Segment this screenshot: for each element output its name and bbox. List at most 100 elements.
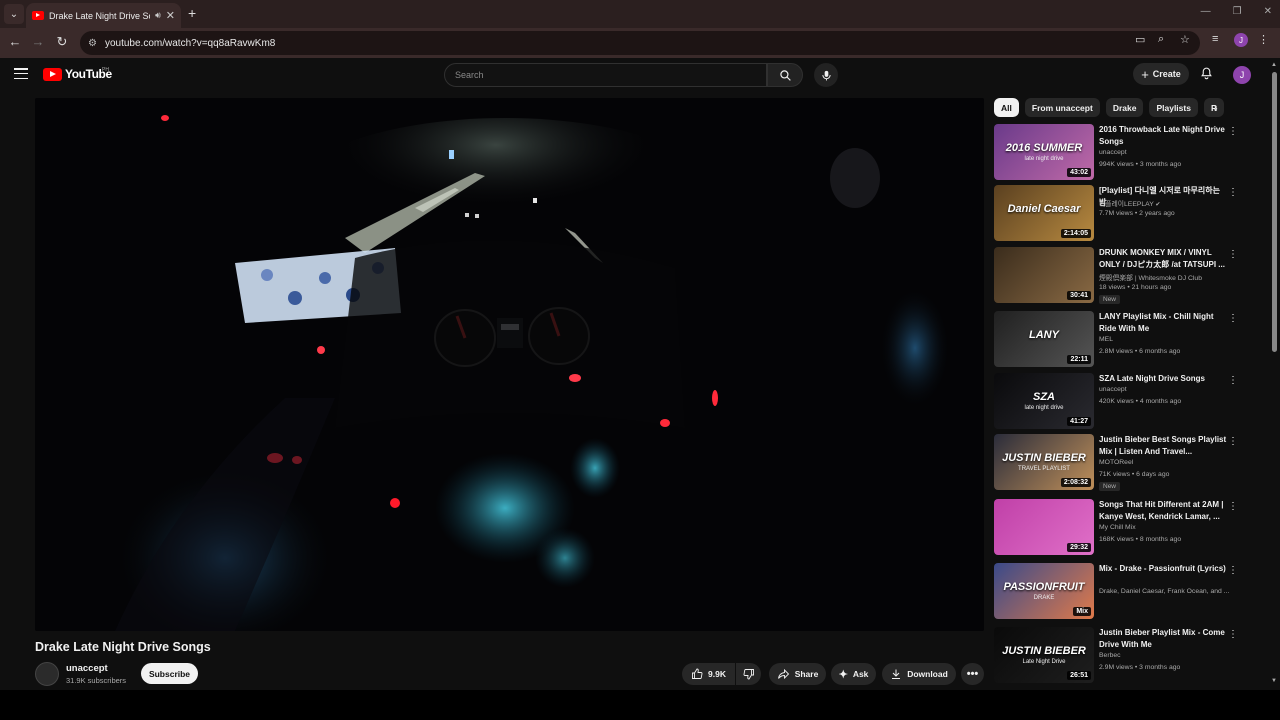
more-vertical-icon[interactable]: ⋮ <box>1228 126 1238 137</box>
scroll-thumb[interactable] <box>1272 72 1277 352</box>
recommendation-title[interactable]: Justin Bieber Best Songs Playlist Mix | … <box>1099 434 1227 457</box>
share-button[interactable]: Share <box>769 663 826 685</box>
download-button[interactable]: Download <box>882 663 956 685</box>
recommendation-title[interactable]: LANY Playlist Mix - Chill Night Ride Wit… <box>1099 311 1227 334</box>
recommendation-channel[interactable]: MEL <box>1099 336 1234 343</box>
new-tab-button[interactable]: + <box>188 5 196 21</box>
like-button[interactable]: 9.9K <box>682 663 735 685</box>
more-vertical-icon[interactable]: ⋮ <box>1228 375 1238 386</box>
recommendation-item[interactable]: LANY 22:11 LANY Playlist Mix - Chill Night… <box>994 311 1244 369</box>
channel-name[interactable]: unaccept <box>66 663 108 674</box>
recommendation-item[interactable]: JUSTIN BIEBER Late Night Drive 26:51 Justin… <box>994 627 1244 685</box>
video-thumbnail[interactable]: SZA late night drive 41:27 <box>994 373 1094 429</box>
close-window-icon[interactable]: ✕ <box>1264 6 1272 17</box>
bookmark-star-icon[interactable]: ☆ <box>1180 33 1190 46</box>
forward-icon[interactable]: → <box>29 34 47 49</box>
recommendation-channel[interactable]: MOTOReel <box>1099 459 1234 466</box>
maximize-icon[interactable]: ❐ <box>1233 6 1242 17</box>
recommendation-item[interactable]: PASSIONFRUIT DRAKE Mix Mix - Drake - Passio… <box>994 563 1244 621</box>
back-icon[interactable]: ← <box>6 34 24 49</box>
recommendation-channel[interactable]: My Chill Mix <box>1099 524 1234 531</box>
recommendation-meta: 7.7M views • 2 years ago <box>1099 210 1175 217</box>
video-thumbnail[interactable]: 2016 SUMMER late night drive 43:02 <box>994 124 1094 180</box>
page-scrollbar[interactable]: ▲ ▼ <box>1271 62 1278 688</box>
chevron-right-icon[interactable]: › <box>1214 103 1218 115</box>
subscribe-button[interactable]: Subscribe <box>141 663 198 684</box>
filter-chips: All From unaccept Drake Playlists R <box>994 98 1234 118</box>
recommendation-item[interactable]: 30:41 DRUNK MONKEY MIX / VINYL ONLY / DJピ… <box>994 247 1244 305</box>
recommendation-title[interactable]: Mix - Drake - Passionfruit (Lyrics) <box>1099 563 1227 575</box>
recommendation-title[interactable]: SZA Late Night Drive Songs <box>1099 373 1227 385</box>
scroll-up-icon[interactable]: ▲ <box>1271 62 1277 68</box>
more-vertical-icon[interactable]: ⋮ <box>1228 313 1238 324</box>
recommendation-channel[interactable]: 煙殿倶楽部 | Whitesmoke DJ Club <box>1099 272 1234 282</box>
filter-chip[interactable]: All <box>994 98 1019 117</box>
recommendation-channel[interactable]: 리플레이LEEPLAY ✔ <box>1099 198 1234 208</box>
close-tab-icon[interactable]: ✕ <box>166 9 175 22</box>
notifications-bell-icon[interactable] <box>1200 66 1213 83</box>
video-thumbnail[interactable]: 30:41 <box>994 247 1094 303</box>
video-thumbnail[interactable]: Daniel Caesar 2:14:05 <box>994 185 1094 241</box>
filter-chip[interactable]: Playlists <box>1149 98 1198 117</box>
thumbnail-subtext: TRAVEL PLAYLIST <box>1018 466 1070 472</box>
video-thumbnail[interactable]: JUSTIN BIEBER TRAVEL PLAYLIST 2:08:32 <box>994 434 1094 490</box>
more-vertical-icon[interactable]: ⋮ <box>1228 249 1238 260</box>
voice-search-button[interactable] <box>814 63 838 87</box>
recommendation-item[interactable]: Daniel Caesar 2:14:05 [Playlist] 다니엘 시저로 마… <box>994 185 1244 243</box>
zoom-icon[interactable]: ⌕ <box>1158 33 1164 46</box>
channel-text: unaccept <box>1099 149 1127 156</box>
ask-button[interactable]: ✦ Ask <box>831 663 876 685</box>
filter-chip[interactable]: Drake <box>1105 98 1144 117</box>
recommendation-title[interactable]: Songs That Hit Different at 2AM | Kanye … <box>1099 499 1227 522</box>
more-vertical-icon[interactable]: ⋮ <box>1228 629 1238 640</box>
search-input[interactable]: Search <box>444 63 767 87</box>
duration-badge: 41:27 <box>1067 417 1091 426</box>
site-info-icon[interactable]: ⚙︎ <box>88 38 97 49</box>
more-vertical-icon[interactable]: ⋮ <box>1228 565 1238 576</box>
thumbs-down-icon <box>743 669 754 680</box>
recommendation-title[interactable]: 2016 Throwback Late Night Drive Songs <box>1099 124 1227 147</box>
scroll-down-icon[interactable]: ▼ <box>1271 678 1277 684</box>
more-vertical-icon[interactable]: ⋮ <box>1228 436 1238 447</box>
recommendation-item[interactable]: JUSTIN BIEBER TRAVEL PLAYLIST 2:08:32 Justi… <box>994 434 1244 492</box>
recommendation-item[interactable]: 2016 SUMMER late night drive 43:02 2016 Thr… <box>994 124 1244 182</box>
verified-check-icon: ✔ <box>1153 202 1161 208</box>
browser-tab[interactable]: Drake Late Night Drive Songs 🔊︎ ✕ <box>26 3 181 28</box>
tab-search-button[interactable]: ⌄ <box>4 4 24 24</box>
reading-list-icon[interactable]: ≡ <box>1212 33 1218 45</box>
address-bar[interactable]: ⚙︎ youtube.com/watch?v=qq8aRavwKm8 <box>80 31 1200 55</box>
more-actions-button[interactable]: ••• <box>961 663 984 685</box>
recommendation-item[interactable]: SZA late night drive 41:27 SZA Late Night D… <box>994 373 1244 431</box>
cast-icon[interactable]: ▭ <box>1135 33 1145 46</box>
hamburger-menu-icon[interactable] <box>14 68 28 79</box>
recommendation-title[interactable]: DRUNK MONKEY MIX / VINYL ONLY / DJピカ太郎 /… <box>1099 247 1227 270</box>
thumbnail-text: JUSTIN BIEBER <box>1002 645 1086 657</box>
video-thumbnail[interactable]: PASSIONFRUIT DRAKE Mix <box>994 563 1094 619</box>
recommendation-item[interactable]: 29:32 Songs That Hit Different at 2AM | K… <box>994 499 1244 557</box>
dislike-button[interactable] <box>736 663 761 685</box>
recommendation-channel[interactable]: unaccept <box>1099 149 1234 156</box>
like-count: 9.9K <box>708 669 726 679</box>
more-vertical-icon[interactable]: ⋮ <box>1228 501 1238 512</box>
account-avatar[interactable]: J <box>1233 66 1251 84</box>
recommendation-channel[interactable]: unaccept <box>1099 386 1234 393</box>
minimize-icon[interactable]: — <box>1201 6 1211 17</box>
filter-chip[interactable]: From unaccept <box>1024 98 1100 117</box>
create-button[interactable]: + Create <box>1133 63 1189 85</box>
recommendation-title[interactable]: Justin Bieber Playlist Mix - Come Drive … <box>1099 627 1227 650</box>
recommendation-channel[interactable]: Drake, Daniel Caesar, Frank Ocean, and .… <box>1099 588 1234 595</box>
menu-kebab-icon[interactable]: ⋮ <box>1258 33 1269 46</box>
video-thumbnail[interactable]: 29:32 <box>994 499 1094 555</box>
recommendation-channel[interactable]: Berbec <box>1099 652 1234 659</box>
video-player[interactable] <box>35 98 984 631</box>
profile-avatar[interactable]: J <box>1234 33 1248 47</box>
thumbnail-text: PASSIONFRUIT <box>1003 581 1085 593</box>
channel-avatar[interactable] <box>35 662 59 686</box>
search-button[interactable] <box>767 63 803 87</box>
plus-icon: + <box>1141 66 1149 82</box>
more-vertical-icon[interactable]: ⋮ <box>1228 187 1238 198</box>
video-thumbnail[interactable]: JUSTIN BIEBER Late Night Drive 26:51 <box>994 627 1094 683</box>
reload-icon[interactable]: ↻ <box>53 34 71 50</box>
speaker-icon[interactable]: 🔊︎ <box>155 10 161 21</box>
video-thumbnail[interactable]: LANY 22:11 <box>994 311 1094 367</box>
